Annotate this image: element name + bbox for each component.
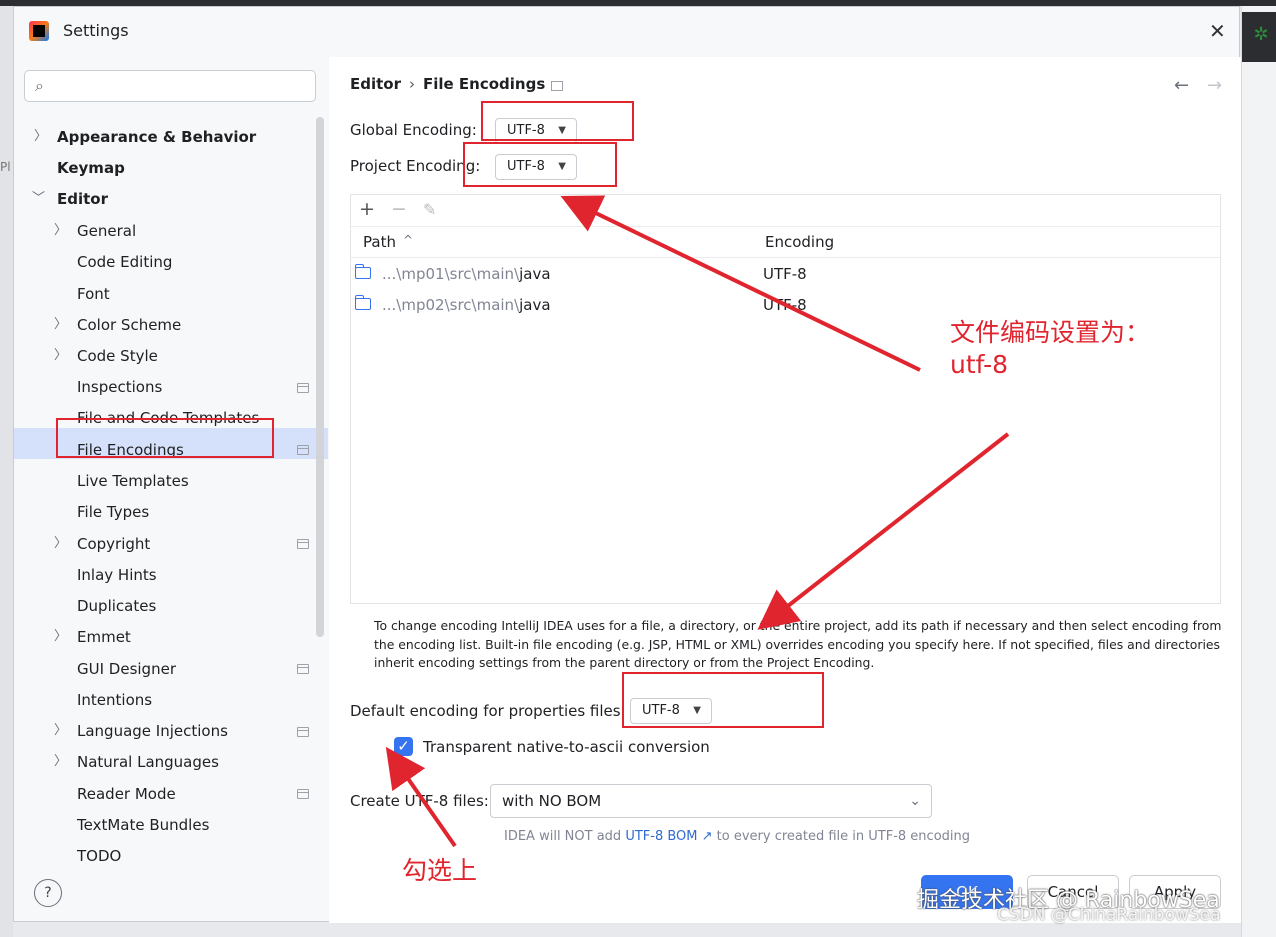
annotation-encoding-line1: 文件编码设置为： <box>950 318 1151 347</box>
watermark-secondary: CSDN @ChinaRainbowSea <box>997 905 1221 925</box>
arrow-to-hint <box>757 432 1010 630</box>
arrow-to-checkbox <box>385 746 457 848</box>
annotation-encoding-line2: utf-8 <box>950 350 1009 379</box>
annotation-check-note: 勾选上 <box>402 856 478 885</box>
arrow-to-project-encoding <box>560 195 921 372</box>
annotation-arrows <box>385 195 1010 848</box>
